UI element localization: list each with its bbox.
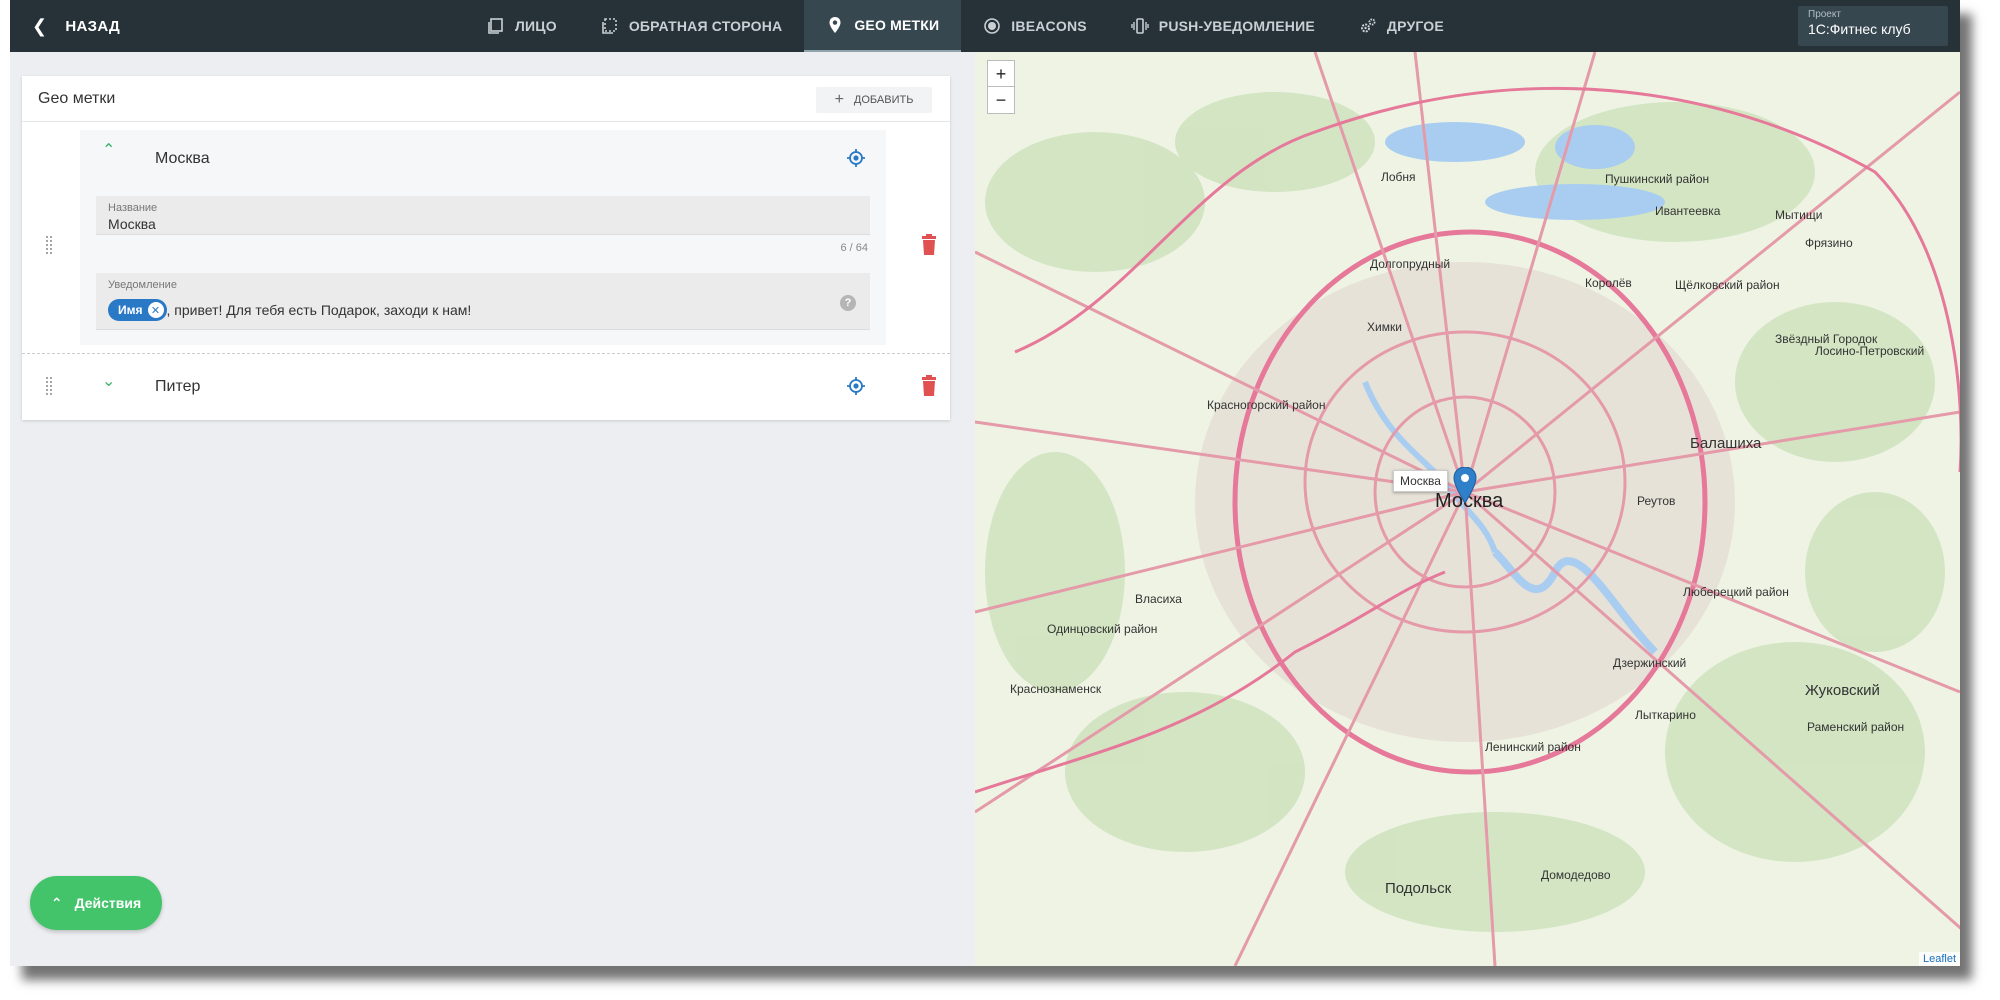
chevron-down-icon[interactable]: ⌄ bbox=[102, 371, 115, 391]
notification-text: , привет! Для тебя есть Подарок, заходи … bbox=[166, 302, 472, 318]
map-label: Фрязино bbox=[1805, 236, 1853, 250]
tab-push[interactable]: PUSH-УВЕДОМЛЕНИЕ bbox=[1109, 0, 1337, 52]
gears-icon bbox=[1360, 18, 1376, 33]
drag-handle-icon[interactable] bbox=[46, 236, 54, 256]
actions-label: Действия bbox=[74, 895, 142, 911]
map-label: Щёлковский район bbox=[1675, 278, 1780, 292]
project-selector[interactable]: Проект 1С:Фитнес клуб bbox=[1798, 6, 1948, 46]
map-label: Балашиха bbox=[1690, 435, 1762, 452]
map-label: Пушкинский район bbox=[1605, 172, 1710, 186]
chevron-up-icon: ⌃ bbox=[50, 894, 63, 911]
beacon-icon bbox=[984, 18, 1001, 34]
back-label: НАЗАД bbox=[65, 17, 121, 35]
map-label: Краснознаменск bbox=[1010, 682, 1102, 696]
back-button[interactable]: ❮ НАЗАД bbox=[32, 0, 120, 52]
add-label: ДОБАВИТЬ bbox=[853, 94, 914, 106]
map-label: Люберецкий район bbox=[1683, 585, 1789, 599]
zoom-out-button[interactable]: − bbox=[987, 86, 1015, 114]
chevron-up-icon[interactable]: ⌃ bbox=[102, 140, 115, 160]
map-label: Подольск bbox=[1385, 880, 1452, 897]
map-label: Жуковский bbox=[1805, 682, 1880, 699]
geo-mark-name: Москва bbox=[155, 150, 210, 167]
drag-handle-icon[interactable] bbox=[46, 377, 54, 397]
locate-target-icon[interactable] bbox=[847, 149, 865, 167]
project-value: 1С:Фитнес клуб bbox=[1808, 21, 1911, 37]
tab-label: GEO МЕТКИ bbox=[854, 17, 940, 33]
map-label: Лыткарино bbox=[1635, 708, 1696, 722]
map-label: Лосино-Петровский bbox=[1815, 344, 1925, 358]
plus-icon: + bbox=[834, 91, 844, 108]
map-label: Дзержинский bbox=[1613, 656, 1687, 670]
map-label: Раменский район bbox=[1807, 720, 1905, 734]
map-label: Лобня bbox=[1381, 170, 1416, 184]
zoom-in-button[interactable]: + bbox=[987, 60, 1015, 88]
tab-ibeacons[interactable]: IBEACONS bbox=[961, 0, 1109, 52]
map-label: Реутов bbox=[1637, 494, 1676, 508]
panel-header: Geo метки + ДОБАВИТЬ bbox=[22, 76, 950, 122]
card-back-icon bbox=[602, 18, 617, 34]
app-window: ❮ НАЗАД ЛИЦО ОБРАТНАЯ СТОРОНА GEO МЕТКИ … bbox=[10, 0, 1960, 966]
tab-other[interactable]: ДРУГОЕ bbox=[1337, 0, 1466, 52]
map-label: Долгопрудный bbox=[1370, 257, 1451, 271]
notification-field[interactable]: Уведомление Имя ✕ , привет! Для тебя ест… bbox=[96, 273, 870, 330]
tab-face[interactable]: ЛИЦО bbox=[465, 0, 579, 52]
geo-marks-panel: Geo метки + ДОБАВИТЬ ⌃ Москва Название М… bbox=[22, 76, 950, 420]
name-field-value: Москва bbox=[108, 216, 156, 232]
map-label: Красногорский район bbox=[1207, 398, 1326, 412]
tab-geo-marks[interactable]: GEO МЕТКИ bbox=[804, 0, 962, 52]
close-circle-icon[interactable]: ✕ bbox=[147, 302, 164, 318]
tab-label: ЛИЦО bbox=[515, 18, 557, 34]
map-attribution-link[interactable]: Leaflet bbox=[1918, 952, 1960, 966]
map-label: Ивантеевка bbox=[1655, 204, 1721, 218]
geo-mark-card: ⌃ Москва Название Москва 6 / 64 Уведомле… bbox=[80, 130, 886, 345]
project-label: Проект bbox=[1808, 9, 1841, 20]
tab-label: PUSH-УВЕДОМЛЕНИЕ bbox=[1158, 18, 1315, 34]
panel-title: Geo метки bbox=[38, 90, 116, 107]
map-label: Одинцовский район bbox=[1047, 622, 1158, 636]
actions-button[interactable]: ⌃ Действия bbox=[30, 876, 162, 930]
map-label: Домодедово bbox=[1541, 868, 1611, 882]
map-label: Химки bbox=[1367, 320, 1402, 334]
tab-label: IBEACONS bbox=[1011, 18, 1087, 34]
map-label: Власиха bbox=[1135, 592, 1182, 606]
help-icon[interactable]: ? bbox=[840, 295, 856, 311]
chip-label: Имя bbox=[118, 303, 143, 317]
vibrate-phone-icon bbox=[1131, 18, 1149, 34]
card-front-icon bbox=[488, 18, 503, 34]
trash-icon[interactable] bbox=[920, 234, 938, 256]
locate-target-icon[interactable] bbox=[847, 377, 865, 395]
map-label: Мытищи bbox=[1775, 208, 1823, 222]
tab-bar: ЛИЦО ОБРАТНАЯ СТОРОНА GEO МЕТКИ IBEACONS… bbox=[465, 0, 1466, 52]
tab-label: ДРУГОЕ bbox=[1386, 18, 1444, 34]
tab-back-side[interactable]: ОБРАТНАЯ СТОРОНА bbox=[579, 0, 805, 52]
char-counter: 6 / 64 bbox=[840, 242, 868, 254]
chevron-left-icon: ❮ bbox=[32, 15, 48, 36]
map-view[interactable]: + − Москва Балашиха Химки Долгопрудный К… bbox=[975, 52, 1960, 966]
variable-chip[interactable]: Имя ✕ bbox=[108, 299, 167, 321]
geo-mark-name: Питер bbox=[155, 378, 201, 395]
marker-tooltip: Москва bbox=[1393, 470, 1448, 492]
top-navigation-bar: ❮ НАЗАД ЛИЦО ОБРАТНАЯ СТОРОНА GEO МЕТКИ … bbox=[10, 0, 1960, 52]
name-field[interactable]: Название Москва bbox=[96, 196, 870, 235]
trash-icon[interactable] bbox=[920, 375, 938, 397]
name-field-label: Название bbox=[108, 202, 158, 214]
notification-field-label: Уведомление bbox=[108, 279, 177, 291]
tab-label: ОБРАТНАЯ СТОРОНА bbox=[628, 18, 783, 34]
map-label: Королёв bbox=[1585, 276, 1632, 290]
geo-mark-item: ⌄ Питер bbox=[22, 353, 950, 420]
notification-content: Имя ✕ , привет! Для тебя есть Подарок, з… bbox=[108, 299, 471, 321]
add-button[interactable]: + ДОБАВИТЬ bbox=[816, 87, 932, 113]
map-pin-icon bbox=[829, 17, 841, 33]
map-label: Ленинский район bbox=[1485, 740, 1581, 754]
map-pin-icon[interactable] bbox=[1453, 467, 1477, 503]
